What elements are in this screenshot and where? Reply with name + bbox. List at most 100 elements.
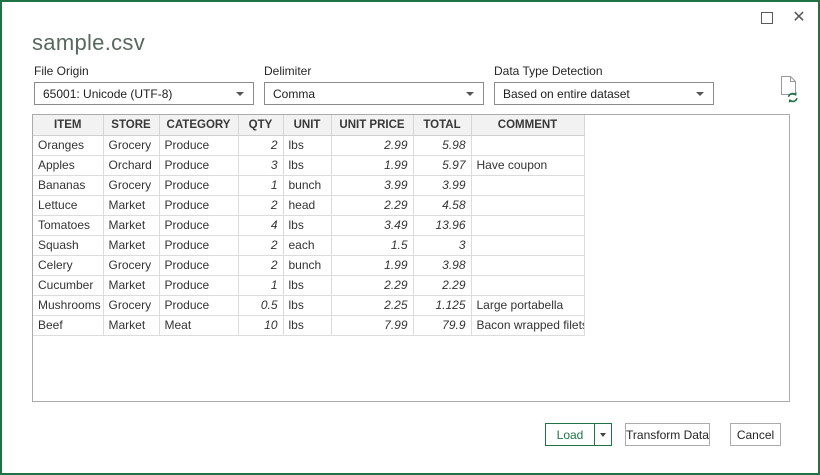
window-controls: ✕ [756, 8, 810, 28]
chevron-down-icon [466, 92, 474, 96]
table-cell: 1.99 [331, 255, 414, 276]
table-row: Oranges Grocery Produce 2 lbs 2.99 5.98 [33, 135, 585, 156]
table-cell: lbs [283, 295, 332, 316]
table-cell: Squash [33, 235, 104, 256]
column-header-store: STORE [103, 115, 160, 136]
data-type-detection-value: Based on entire dataset [503, 86, 630, 101]
table-cell: 4.58 [413, 195, 472, 216]
table-row: Beef Market Meat 10 lbs 7.99 79.9 Bacon wrapped… [33, 315, 585, 336]
load-split-button[interactable]: Load [545, 423, 612, 446]
load-dropdown-button[interactable] [594, 424, 611, 445]
table-cell: 3 [238, 155, 284, 176]
table-cell: lbs [283, 135, 332, 156]
table-cell: Bacon wrapped filets [471, 315, 585, 336]
table-cell: Market [103, 235, 160, 256]
table-cell: Oranges [33, 135, 104, 156]
transform-data-button[interactable]: Transform Data [625, 423, 710, 446]
table-cell: Produce [159, 295, 239, 316]
csv-import-dialog: ✕ sample.csv File Origin Delimiter Data … [0, 0, 820, 475]
table-cell: Bananas [33, 175, 104, 196]
load-button[interactable]: Load [546, 424, 594, 445]
table-cell [471, 175, 585, 196]
close-button[interactable]: ✕ [788, 8, 810, 28]
preview-table: ITEM STORE CATEGORY QTY UNIT UNIT PRICE TOTAL C… [33, 115, 585, 336]
table-cell: Grocery [103, 135, 160, 156]
file-origin-select[interactable]: 65001: Unicode (UTF-8) [34, 82, 254, 105]
table-row: Mushrooms Grocery Produce 0.5 lbs 2.25 1.125 La… [33, 295, 585, 316]
table-cell: Grocery [103, 175, 160, 196]
column-header-category: CATEGORY [159, 115, 239, 136]
table-cell [471, 195, 585, 216]
table-cell: lbs [283, 215, 332, 236]
table-cell: bunch [283, 175, 332, 196]
table-cell: lbs [283, 315, 332, 336]
table-cell: Meat [159, 315, 239, 336]
maximize-button[interactable] [756, 8, 778, 28]
column-header-unit: UNIT [283, 115, 332, 136]
table-cell: Produce [159, 155, 239, 176]
table-row: Cucumber Market Produce 1 lbs 2.29 2.29 [33, 275, 585, 296]
table-cell: Cucumber [33, 275, 104, 296]
data-type-detection-select[interactable]: Based on entire dataset [494, 82, 714, 105]
table-cell: Produce [159, 235, 239, 256]
table-cell: 1.125 [413, 295, 472, 316]
data-type-detection-label: Data Type Detection [494, 64, 603, 78]
table-cell: 0.5 [238, 295, 284, 316]
chevron-down-icon [236, 92, 244, 96]
table-cell: 1.99 [331, 155, 414, 176]
table-cell: 13.96 [413, 215, 472, 236]
table-cell: Market [103, 215, 160, 236]
table-cell: 3.99 [331, 175, 414, 196]
table-cell: lbs [283, 275, 332, 296]
chevron-down-icon [600, 432, 606, 437]
close-icon: ✕ [792, 9, 806, 26]
table-cell: 10 [238, 315, 284, 336]
table-row: Bananas Grocery Produce 1 bunch 3.99 3.99 [33, 175, 585, 196]
table-cell: Produce [159, 195, 239, 216]
table-row: Tomatoes Market Produce 4 lbs 3.49 13.96 [33, 215, 585, 236]
refresh-preview-button[interactable] [777, 75, 801, 103]
table-cell: Large portabella [471, 295, 585, 316]
column-header-qty: QTY [238, 115, 284, 136]
table-cell: 4 [238, 215, 284, 236]
table-cell: each [283, 235, 332, 256]
refresh-preview-icon [781, 76, 798, 103]
table-row: Lettuce Market Produce 2 head 2.29 4.58 [33, 195, 585, 216]
table-cell: Beef [33, 315, 104, 336]
table-cell: 1.5 [331, 235, 414, 256]
table-cell: 3.49 [331, 215, 414, 236]
dialog-title: sample.csv [32, 30, 146, 55]
table-cell: 7.99 [331, 315, 414, 336]
table-cell: Produce [159, 275, 239, 296]
table-cell: 2.29 [331, 195, 414, 216]
cancel-button[interactable]: Cancel [730, 423, 781, 446]
table-cell: Market [103, 315, 160, 336]
table-cell: 2.25 [331, 295, 414, 316]
table-cell: Grocery [103, 255, 160, 276]
table-cell [471, 275, 585, 296]
column-header-unit-price: UNIT PRICE [331, 115, 414, 136]
file-origin-label: File Origin [34, 64, 89, 78]
file-origin-value: 65001: Unicode (UTF-8) [43, 86, 173, 101]
table-cell: bunch [283, 255, 332, 276]
table-cell: 2 [238, 235, 284, 256]
table-cell: Celery [33, 255, 104, 276]
table-row: Squash Market Produce 2 each 1.5 3 [33, 235, 585, 256]
table-cell: 1 [238, 175, 284, 196]
delimiter-select[interactable]: Comma [264, 82, 484, 105]
table-cell: Have coupon [471, 155, 585, 176]
table-cell: 2.99 [331, 135, 414, 156]
table-cell [471, 255, 585, 276]
table-cell: 3.99 [413, 175, 472, 196]
table-cell: 1 [238, 275, 284, 296]
maximize-icon [761, 12, 773, 24]
table-row: Celery Grocery Produce 2 bunch 1.99 3.98 [33, 255, 585, 276]
data-preview-panel: ITEM STORE CATEGORY QTY UNIT UNIT PRICE TOTAL C… [32, 114, 790, 402]
table-cell: Produce [159, 175, 239, 196]
table-cell: Lettuce [33, 195, 104, 216]
table-cell [471, 215, 585, 236]
table-cell: 2 [238, 135, 284, 156]
chevron-down-icon [696, 92, 704, 96]
delimiter-value: Comma [273, 86, 316, 101]
table-cell: 79.9 [413, 315, 472, 336]
